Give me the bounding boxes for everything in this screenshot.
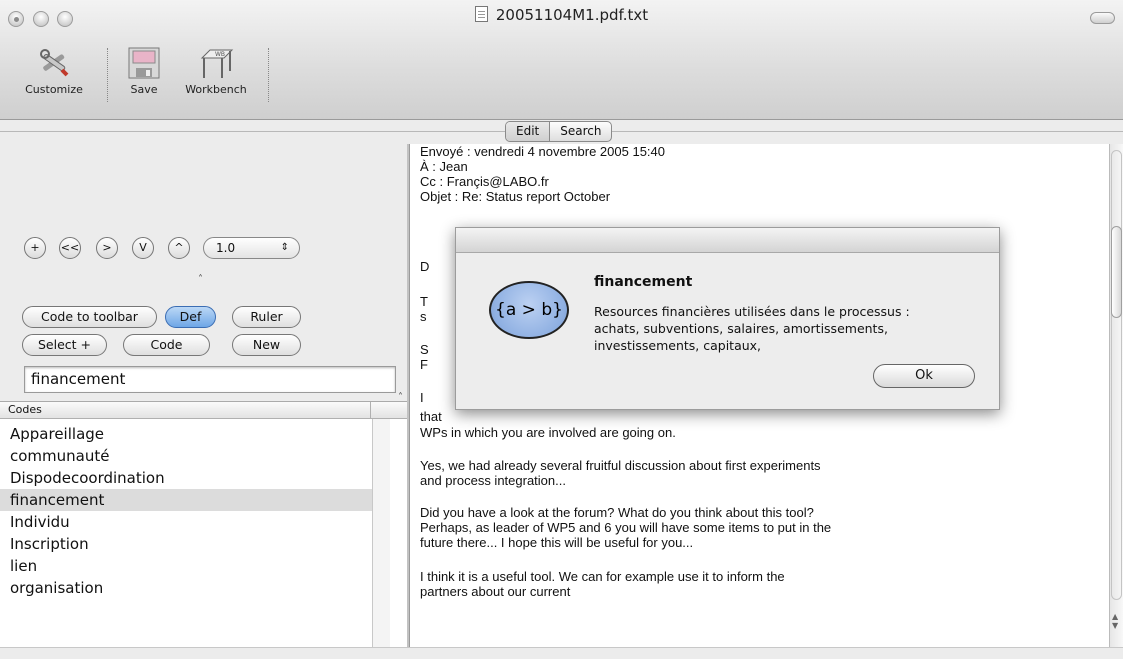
text-line: partners about our current	[420, 584, 571, 599]
save-icon	[126, 46, 162, 80]
definition-icon: {a > b}	[489, 281, 569, 339]
dialog-title: financement	[594, 274, 693, 290]
codes-scrollbar[interactable]	[372, 419, 390, 648]
text-line: that	[420, 409, 442, 424]
code-item-individu[interactable]: Individu	[0, 511, 372, 533]
text-line: Envoyé : vendredi 4 novembre 2005 15:40	[420, 144, 666, 159]
text-line: I	[420, 390, 424, 405]
code-item-lien[interactable]: lien	[0, 555, 372, 577]
scroll-arrows-icon[interactable]: ▲ ▼	[1112, 612, 1118, 630]
zoom-value: 1.0	[216, 241, 236, 255]
toolbar-separator	[268, 48, 269, 102]
dialog-message-line: achats, subventions, salaires, amortisse…	[594, 321, 888, 336]
customize-button[interactable]: Customize	[14, 46, 94, 96]
customize-label: Customize	[25, 83, 83, 96]
code-item-dispodecoordination[interactable]: Dispodecoordination	[0, 467, 372, 489]
next-button[interactable]: >	[96, 237, 118, 259]
mode-segmented-control: Edit Search	[505, 121, 613, 142]
new-button[interactable]: New	[232, 334, 301, 356]
window-title: 20051104M1.pdf.txt	[0, 6, 1123, 24]
save-button[interactable]: Save	[118, 46, 170, 96]
text-line: s	[420, 309, 427, 324]
document-icon	[474, 6, 488, 22]
ok-button[interactable]: Ok	[873, 364, 975, 388]
codes-list: Codes Appareillage communauté Dispodecoo…	[0, 401, 407, 648]
text-line: WPs in which you are involved are going …	[420, 425, 676, 440]
ruler-button[interactable]: Ruler	[232, 306, 301, 328]
text-line: future there... I hope this will be usef…	[420, 535, 694, 550]
main-window: 20051104M1.pdf.txt Customize Save WB Wor…	[0, 0, 1123, 659]
scroll-track	[1111, 150, 1122, 600]
status-bar	[0, 647, 1123, 659]
code-item-communaute[interactable]: communauté	[0, 445, 372, 467]
text-line: Cc : Françis@LABO.fr	[420, 174, 549, 189]
previous-all-button[interactable]: <<	[59, 237, 81, 259]
search-tab[interactable]: Search	[550, 122, 611, 141]
save-label: Save	[130, 83, 158, 96]
text-line: Perhaps, as leader of WP5 and 6 you will…	[420, 520, 832, 535]
text-line: and process integration...	[420, 473, 566, 488]
tools-icon	[36, 46, 72, 80]
edit-tab[interactable]: Edit	[506, 122, 551, 141]
resize-handle-icon[interactable]: ˄	[398, 392, 403, 403]
stepper-arrows-icon[interactable]: ⇕	[281, 238, 289, 258]
toolbar-separator	[107, 48, 108, 102]
scroll-thumb[interactable]	[1111, 226, 1122, 318]
dialog-message-line: investissements, capitaux,	[594, 338, 762, 353]
dialog-titlebar[interactable]	[456, 228, 999, 253]
code-item-organisation[interactable]: organisation	[0, 577, 372, 599]
window-title-text: 20051104M1.pdf.txt	[495, 6, 649, 24]
dialog-message-line: Resources financières utilisées dans le …	[594, 304, 910, 319]
code-item-financement[interactable]: financement	[0, 489, 372, 511]
codes-header-label: Codes	[8, 403, 42, 416]
zoom-stepper[interactable]: 1.0 ⇕	[203, 237, 300, 259]
workbench-button[interactable]: WB Workbench	[174, 46, 258, 96]
title-toolbar: 20051104M1.pdf.txt Customize Save WB Wor…	[0, 0, 1123, 120]
text-line: T	[420, 294, 428, 309]
text-line: F	[420, 357, 428, 372]
code-button[interactable]: Code	[123, 334, 210, 356]
column-separator	[370, 402, 371, 419]
codes-column-header[interactable]: Codes	[0, 402, 407, 419]
workbench-label: Workbench	[185, 83, 247, 96]
text-line: I think it is a useful tool. We can for …	[420, 569, 785, 584]
code-to-toolbar-button[interactable]: Code to toolbar	[22, 306, 157, 328]
text-line: Did you have a look at the forum? What d…	[420, 505, 814, 520]
up-button[interactable]: ^	[168, 237, 190, 259]
svg-text:WB: WB	[215, 51, 225, 58]
definition-dialog: {a > b} financement Resources financière…	[455, 227, 1000, 410]
add-button[interactable]: +	[24, 237, 46, 259]
code-search-input[interactable]: financement	[24, 366, 396, 393]
down-button[interactable]: V	[132, 237, 154, 259]
workbench-icon: WB	[198, 46, 234, 80]
code-item-inscription[interactable]: Inscription	[0, 533, 372, 555]
code-item-appareillage[interactable]: Appareillage	[0, 423, 372, 445]
text-line: Objet : Re: Status report October	[420, 189, 611, 204]
text-line: D	[420, 259, 430, 274]
text-line: À : Jean	[420, 159, 468, 174]
def-button[interactable]: Def	[165, 306, 216, 328]
select-plus-button[interactable]: Select +	[22, 334, 107, 356]
text-line: Yes, we had already several fruitful dis…	[420, 458, 821, 473]
text-line: S	[420, 342, 429, 357]
splitter-handle-icon[interactable]: ˄	[198, 274, 203, 285]
